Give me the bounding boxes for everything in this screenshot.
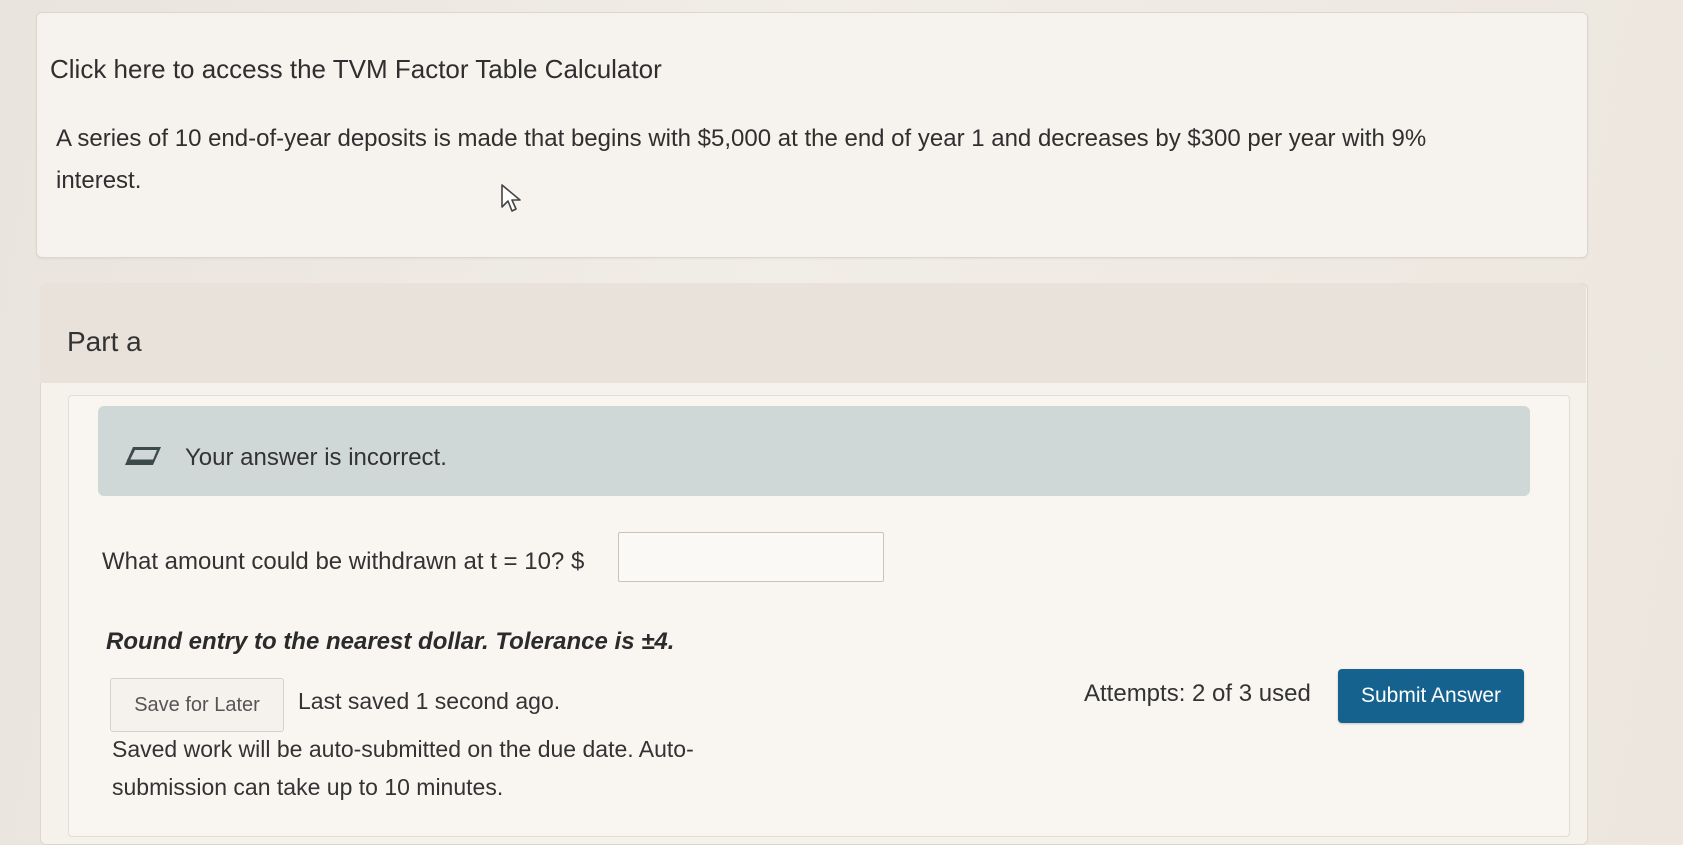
save-for-later-button[interactable]: Save for Later (110, 678, 284, 732)
problem-statement: A series of 10 end-of-year deposits is m… (56, 125, 1427, 194)
feedback-message: Your answer is incorrect. (185, 444, 447, 471)
part-title: Part a (67, 326, 142, 357)
submit-answer-button[interactable]: Submit Answer (1338, 669, 1524, 723)
last-saved-status: Last saved 1 second ago. (298, 688, 561, 714)
answer-input[interactable] (618, 532, 884, 582)
attempts-counter: Attempts: 2 of 3 used (1084, 680, 1311, 707)
mouse-cursor-icon (501, 184, 521, 212)
part-header (40, 283, 1586, 383)
eraser-icon (125, 447, 161, 465)
rounding-instructions: Round entry to the nearest dollar. Toler… (106, 628, 675, 655)
tvm-calculator-link[interactable]: Click here to access the TVM Factor Tabl… (50, 54, 662, 85)
autosubmit-note: Saved work will be auto-submitted on the… (112, 736, 694, 800)
question-prompt: What amount could be withdrawn at t = 10… (102, 548, 585, 575)
